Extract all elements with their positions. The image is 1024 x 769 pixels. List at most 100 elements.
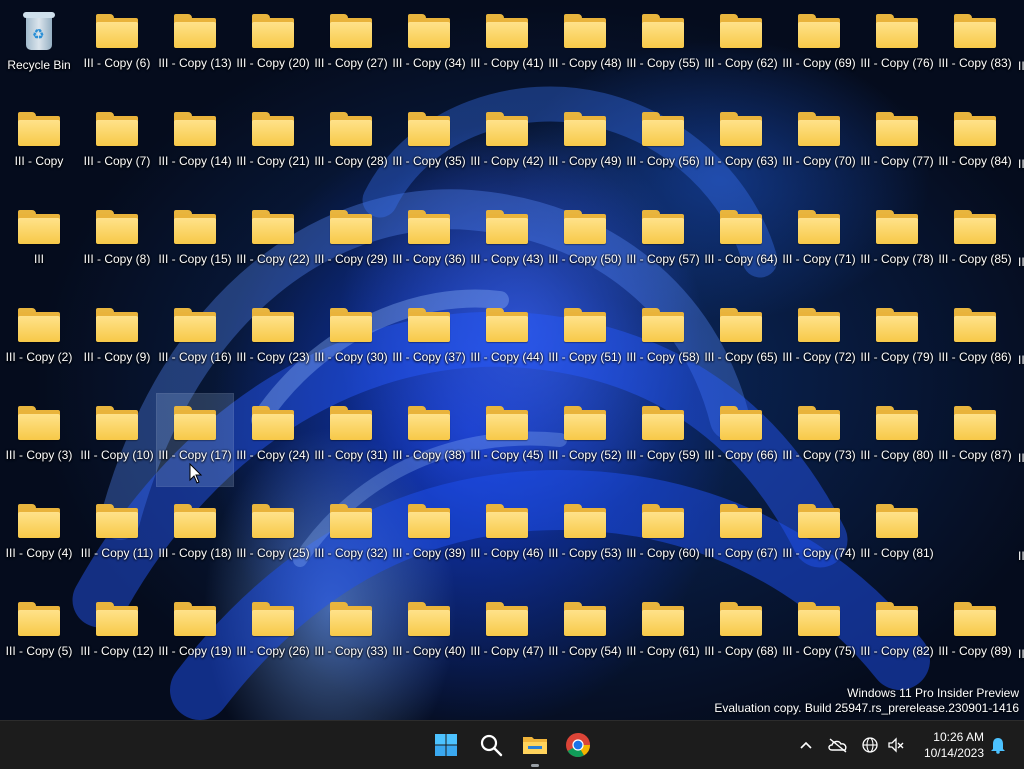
desktop-folder[interactable]: III - Copy (68) (703, 590, 779, 682)
desktop-folder[interactable]: III - Copy (11) (79, 492, 155, 584)
desktop-folder[interactable]: III - Copy (44) (469, 296, 545, 388)
desktop-folder[interactable]: III - Copy (34) (391, 2, 467, 94)
recycle-bin[interactable]: ♻ Recycle Bin (1, 2, 77, 94)
desktop-folder[interactable]: III - Copy (37) (391, 296, 467, 388)
desktop-folder[interactable]: III - Copy (72) (781, 296, 857, 388)
partial-icon-label[interactable]: II (1018, 451, 1024, 465)
desktop-folder[interactable]: III - Copy (16) (157, 296, 233, 388)
desktop-folder[interactable]: III - Copy (4) (1, 492, 77, 584)
desktop[interactable]: ♻ Recycle Bin III - Copy III III - Copy (2… (0, 0, 1024, 720)
desktop-folder[interactable]: III - Copy (40) (391, 590, 467, 682)
desktop-folder[interactable]: III - Copy (38) (391, 394, 467, 486)
taskbar-clock[interactable]: 10:26 AM 10/14/2023 (914, 729, 984, 761)
desktop-folder[interactable]: III - Copy (26) (235, 590, 311, 682)
desktop-folder[interactable]: III - Copy (53) (547, 492, 623, 584)
desktop-folder[interactable]: III - Copy (80) (859, 394, 935, 486)
desktop-folder[interactable]: III - Copy (35) (391, 100, 467, 192)
desktop-folder[interactable]: III - Copy (62) (703, 2, 779, 94)
desktop-folder[interactable]: III - Copy (63) (703, 100, 779, 192)
desktop-folder[interactable]: III - Copy (59) (625, 394, 701, 486)
desktop-folder[interactable]: III - Copy (50) (547, 198, 623, 290)
desktop-folder[interactable]: III - Copy (21) (235, 100, 311, 192)
desktop-folder[interactable]: III - Copy (27) (313, 2, 389, 94)
desktop-folder[interactable]: III - Copy (15) (157, 198, 233, 290)
desktop-folder[interactable]: III - Copy (22) (235, 198, 311, 290)
onedrive-button[interactable] (826, 733, 850, 757)
desktop-folder[interactable]: III - Copy (25) (235, 492, 311, 584)
desktop-folder[interactable]: III - Copy (2) (1, 296, 77, 388)
desktop-folder[interactable]: III - Copy (61) (625, 590, 701, 682)
desktop-folder[interactable]: III - Copy (46) (469, 492, 545, 584)
desktop-folder[interactable]: III - Copy (6) (79, 2, 155, 94)
partial-icon-label[interactable]: II (1018, 353, 1024, 367)
desktop-folder[interactable]: III - Copy (12) (79, 590, 155, 682)
desktop-folder[interactable]: III - Copy (79) (859, 296, 935, 388)
desktop-folder[interactable]: III - Copy (74) (781, 492, 857, 584)
desktop-folder[interactable]: III - Copy (76) (859, 2, 935, 94)
desktop-folder[interactable]: III - Copy (81) (859, 492, 935, 584)
desktop-folder[interactable]: III - Copy (69) (781, 2, 857, 94)
desktop-folder[interactable]: III - Copy (41) (469, 2, 545, 94)
desktop-folder[interactable]: III - Copy (85) (937, 198, 1013, 290)
desktop-folder[interactable]: III - Copy (32) (313, 492, 389, 584)
partial-icon-label[interactable]: II (1018, 549, 1024, 563)
desktop-folder[interactable]: III - Copy (48) (547, 2, 623, 94)
tray-overflow-button[interactable] (794, 733, 818, 757)
desktop-folder[interactable]: III - Copy (75) (781, 590, 857, 682)
desktop-folder[interactable]: III - Copy (39) (391, 492, 467, 584)
desktop-folder[interactable]: III - Copy (58) (625, 296, 701, 388)
desktop-folder[interactable]: III - Copy (67) (703, 492, 779, 584)
partial-icon-label[interactable]: II (1018, 59, 1024, 73)
desktop-folder[interactable]: III - Copy (8) (79, 198, 155, 290)
desktop-folder[interactable]: III - Copy (1, 100, 77, 192)
desktop-folder[interactable]: III - Copy (55) (625, 2, 701, 94)
desktop-folder[interactable]: III - Copy (9) (79, 296, 155, 388)
desktop-folder[interactable]: III - Copy (57) (625, 198, 701, 290)
desktop-folder[interactable]: III - Copy (84) (937, 100, 1013, 192)
volume-button[interactable] (884, 733, 908, 757)
partial-icon-label[interactable]: II (1018, 255, 1024, 269)
desktop-folder[interactable]: III - Copy (87) (937, 394, 1013, 486)
desktop-folder[interactable]: III - Copy (18) (157, 492, 233, 584)
desktop-folder[interactable]: III - Copy (3) (1, 394, 77, 486)
notification-button[interactable] (986, 733, 1010, 757)
desktop-folder[interactable]: III - Copy (20) (235, 2, 311, 94)
desktop-folder[interactable]: III - Copy (19) (157, 590, 233, 682)
desktop-folder[interactable]: III - Copy (66) (703, 394, 779, 486)
desktop-folder[interactable]: III - Copy (54) (547, 590, 623, 682)
start-button[interactable] (430, 729, 462, 761)
partial-icon-label[interactable]: II (1018, 647, 1024, 661)
desktop-folder[interactable]: III (1, 198, 77, 290)
desktop-folder[interactable]: III - Copy (42) (469, 100, 545, 192)
desktop-folder[interactable]: III - Copy (71) (781, 198, 857, 290)
desktop-folder[interactable]: III - Copy (56) (625, 100, 701, 192)
desktop-folder[interactable]: III - Copy (31) (313, 394, 389, 486)
desktop-folder[interactable]: III - Copy (52) (547, 394, 623, 486)
desktop-folder[interactable]: III - Copy (82) (859, 590, 935, 682)
desktop-folder[interactable]: III - Copy (64) (703, 198, 779, 290)
partial-icon-label[interactable]: II (1018, 157, 1024, 171)
desktop-folder[interactable]: III - Copy (24) (235, 394, 311, 486)
desktop-folder[interactable]: III - Copy (10) (79, 394, 155, 486)
desktop-folder[interactable]: III - Copy (65) (703, 296, 779, 388)
desktop-folder[interactable]: III - Copy (47) (469, 590, 545, 682)
desktop-folder[interactable]: III - Copy (43) (469, 198, 545, 290)
desktop-folder[interactable]: III - Copy (23) (235, 296, 311, 388)
desktop-folder[interactable]: III - Copy (73) (781, 394, 857, 486)
desktop-folder[interactable]: III - Copy (45) (469, 394, 545, 486)
desktop-folder[interactable]: III - Copy (83) (937, 2, 1013, 94)
desktop-folder[interactable]: III - Copy (30) (313, 296, 389, 388)
desktop-folder[interactable]: III - Copy (49) (547, 100, 623, 192)
desktop-folder[interactable]: III - Copy (28) (313, 100, 389, 192)
desktop-folder[interactable]: III - Copy (51) (547, 296, 623, 388)
desktop-folder[interactable]: III - Copy (29) (313, 198, 389, 290)
desktop-folder[interactable]: III - Copy (60) (625, 492, 701, 584)
desktop-folder[interactable]: III - Copy (5) (1, 590, 77, 682)
desktop-folder[interactable]: III - Copy (7) (79, 100, 155, 192)
network-button[interactable] (858, 733, 882, 757)
desktop-folder[interactable]: III - Copy (78) (859, 198, 935, 290)
desktop-folder[interactable]: III - Copy (89) (937, 590, 1013, 682)
desktop-folder[interactable]: III - Copy (77) (859, 100, 935, 192)
desktop-folder[interactable]: III - Copy (70) (781, 100, 857, 192)
desktop-folder[interactable]: III - Copy (36) (391, 198, 467, 290)
